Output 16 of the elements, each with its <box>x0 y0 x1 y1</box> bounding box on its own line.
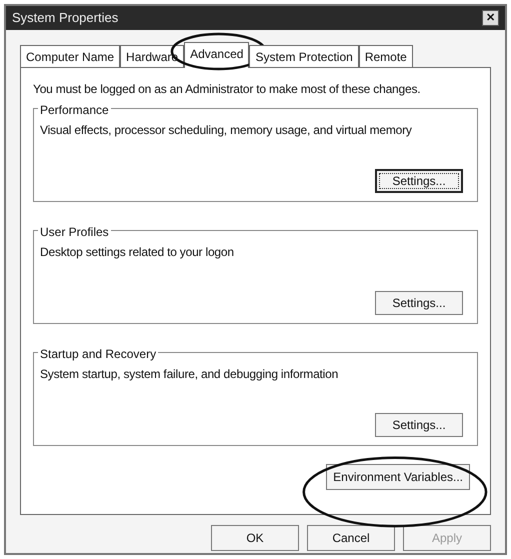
tab[interactable]: Advanced <box>184 42 250 68</box>
tab[interactable]: Computer Name <box>20 45 120 67</box>
dialog-button[interactable]: OK <box>211 525 299 551</box>
settings-button[interactable]: Settings... <box>375 291 463 315</box>
notice-text: You must be logged on as an Administrator to make most of these changes. <box>33 81 422 98</box>
group-description: Visual effects, processor scheduling, memory usage, and virtual memory <box>40 122 413 139</box>
environment-variables-button[interactable]: Environment Variables... <box>326 464 470 490</box>
settings-button[interactable]: Settings... <box>375 413 463 437</box>
close-button[interactable]: ✕ <box>482 10 499 26</box>
group-description: Desktop settings related to your logon <box>40 244 235 261</box>
settings-button[interactable]: Settings... <box>375 169 463 193</box>
tab[interactable]: System Protection <box>249 45 359 67</box>
dialog-button[interactable]: Cancel <box>307 525 395 551</box>
window-title: System Properties <box>12 9 118 28</box>
tab[interactable]: Remote <box>358 45 413 67</box>
group-description: System startup, system failure, and debugging information <box>40 366 340 383</box>
